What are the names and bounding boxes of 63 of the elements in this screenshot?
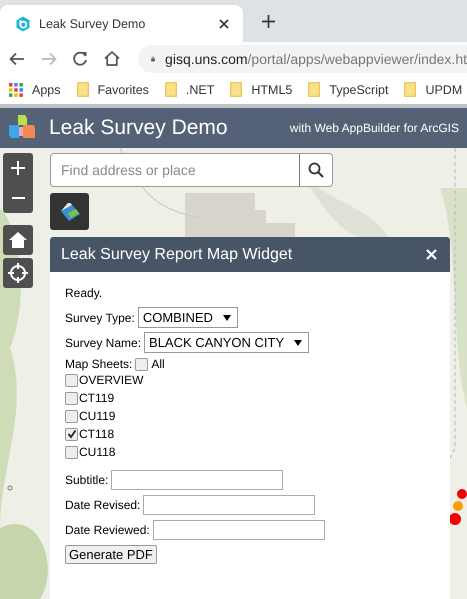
checkbox[interactable] bbox=[65, 392, 78, 404]
layer-list-button[interactable] bbox=[50, 193, 89, 230]
close-icon[interactable] bbox=[219, 18, 229, 28]
search-bar[interactable]: Find address or place bbox=[50, 153, 333, 187]
folder-icon bbox=[164, 82, 177, 97]
checkbox-label: CU119 bbox=[79, 409, 116, 423]
url-text: gisq.uns.com/portal/apps/webappviewer/index.ht bbox=[165, 50, 467, 66]
home-icon[interactable] bbox=[104, 51, 120, 66]
field-label: Survey Name: bbox=[65, 336, 142, 350]
bookmark[interactable]: HTML5 bbox=[230, 82, 292, 97]
bookmark[interactable]: Apps bbox=[9, 82, 60, 96]
browser-tab[interactable]: Leak Survey Demo bbox=[0, 5, 243, 42]
folder-icon bbox=[76, 82, 88, 97]
checkbox-label: CU118 bbox=[79, 445, 116, 459]
status-text: Ready. bbox=[65, 286, 102, 300]
app-logo-icon bbox=[15, 16, 31, 32]
tab-title: Leak Survey Demo bbox=[39, 16, 146, 30]
text-field[interactable] bbox=[152, 520, 325, 540]
search-field[interactable]: Find address or place bbox=[51, 154, 299, 186]
bookmark[interactable]: TypeScript bbox=[308, 82, 388, 97]
field-label: Date Revised: bbox=[65, 498, 140, 512]
bookmark[interactable]: UPDM bbox=[404, 82, 462, 97]
checkbox-label: CT119 bbox=[79, 391, 114, 405]
folder-icon bbox=[308, 82, 320, 97]
caret-icon bbox=[222, 314, 231, 320]
dropdown[interactable]: COMBINED bbox=[138, 307, 238, 328]
field-label: Date Reviewed: bbox=[65, 523, 150, 537]
marker-cluster-drawing[interactable] bbox=[449, 489, 467, 525]
checkbox[interactable] bbox=[65, 374, 78, 386]
bookmark[interactable]: .NET bbox=[164, 82, 214, 97]
home-button[interactable] bbox=[3, 225, 33, 255]
plus-icon bbox=[11, 161, 25, 175]
minus-icon bbox=[12, 197, 24, 199]
checkbox-label: CT118 bbox=[79, 427, 114, 441]
checkbox-label: OVERVIEW bbox=[79, 373, 144, 387]
home-icon bbox=[9, 232, 27, 248]
generate-pdf-button[interactable]: Generate PDF bbox=[65, 545, 157, 564]
locate-button[interactable] bbox=[3, 258, 33, 288]
text-field[interactable] bbox=[111, 470, 284, 490]
field-label: Subtitle: bbox=[65, 473, 108, 487]
checkbox[interactable] bbox=[65, 446, 78, 458]
field-label: Survey Type: bbox=[65, 310, 135, 324]
search-icon bbox=[308, 162, 324, 178]
bookmark[interactable]: Favorites bbox=[76, 82, 149, 97]
widget-title: Leak Survey Report Map Widget bbox=[61, 246, 294, 264]
dropdown[interactable]: BLACK CANYON CITY bbox=[144, 332, 310, 353]
text-field[interactable] bbox=[143, 495, 316, 515]
checkbox-label: All bbox=[151, 357, 165, 371]
checkbox[interactable] bbox=[65, 428, 78, 440]
folder-icon bbox=[230, 82, 242, 97]
checkbox[interactable] bbox=[65, 410, 78, 422]
crosshair-icon bbox=[8, 263, 28, 283]
folder-icon bbox=[404, 82, 416, 97]
reload-icon[interactable] bbox=[73, 51, 88, 66]
apps-grid-icon bbox=[9, 82, 23, 96]
address-bar[interactable]: gisq.uns.com/portal/apps/webappviewer/index.ht bbox=[138, 44, 467, 72]
checkbox[interactable] bbox=[135, 358, 148, 370]
app-title: Leak Survey Demo bbox=[49, 116, 229, 140]
caret-icon bbox=[294, 340, 302, 346]
app-subtitle: with Web AppBuilder for ArcGIS bbox=[290, 121, 459, 135]
back-icon[interactable] bbox=[9, 52, 25, 66]
field-label: Map Sheets: bbox=[65, 357, 132, 371]
new-tab-icon[interactable] bbox=[262, 15, 275, 28]
